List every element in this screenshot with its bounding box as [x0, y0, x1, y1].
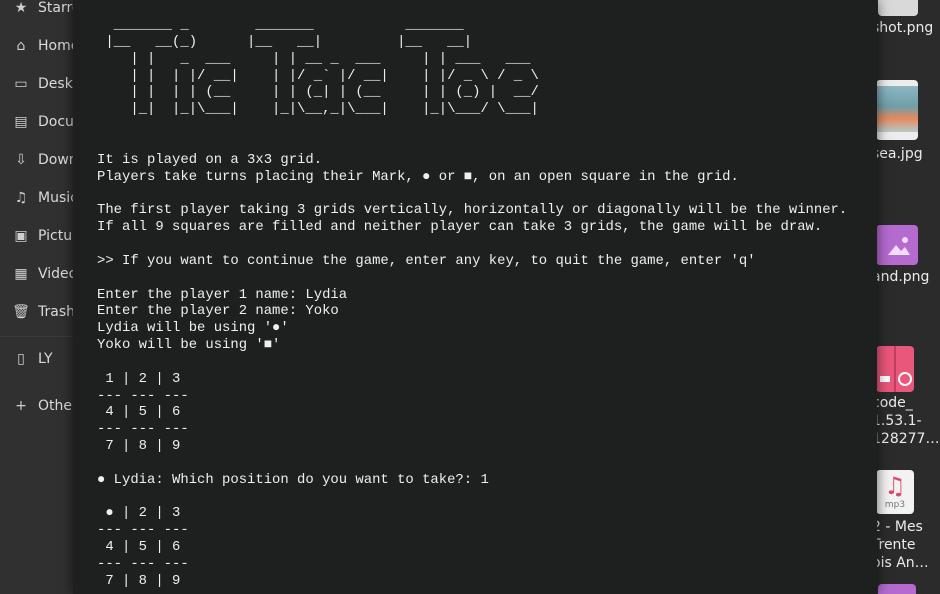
terminal-line: ● Lydia: Which position do you want to t…	[97, 471, 489, 488]
music-icon: ♫	[14, 190, 28, 206]
picture-glyph-icon	[888, 237, 910, 255]
terminal-line: 7 | 8 | 9	[97, 572, 181, 589]
audio-file-icon[interactable]: ♫ mp3	[876, 470, 914, 514]
file-manager-sidebar: ★ Starred ⌂ Home ▭ Desktop ▤ Documents ⇩ Down…	[0, 0, 78, 594]
terminal-line: |__ __(_) |__ __| |__ __|	[97, 33, 473, 50]
terminal-line: Enter the player 1 name: Lydia	[97, 286, 348, 303]
sidebar-item-downloads[interactable]: ⇩ Downloads	[12, 148, 78, 172]
video-icon: ▦	[14, 266, 28, 282]
file-type-badge: mp3	[884, 500, 906, 510]
terminal-line: --- --- ---	[97, 556, 189, 572]
desktop-item-label[interactable]: 2 - Mes Trente ois An…	[876, 518, 929, 572]
sidebar-item-label: Music	[38, 190, 78, 206]
sidebar-item-starred[interactable]: ★ Starred	[12, 0, 78, 20]
sidebar-item-videos[interactable]: ▦ Videos	[12, 262, 78, 286]
image-file-icon[interactable]	[876, 80, 918, 140]
terminal-line: 4 | 5 | 6	[97, 404, 181, 421]
terminal-line: ● | 2 | 3	[97, 505, 181, 522]
sidebar-item-label: Documents	[38, 114, 78, 130]
plus-icon: +	[15, 398, 27, 414]
terminal-output: _______ _ _______ _______ |__ __(_) |__ …	[97, 17, 847, 590]
sidebar-item-label: Other Locations	[38, 398, 78, 414]
desktop-item-label[interactable]: shot.png	[876, 19, 933, 37]
download-icon: ⇩	[15, 152, 27, 168]
terminal-line: The first player taking 3 grids vertical…	[97, 202, 848, 219]
sidebar-item-label: Trash	[38, 304, 75, 320]
sidebar-item-label: Starred	[38, 0, 78, 16]
sidebar-item-label: LY	[38, 351, 53, 367]
terminal-line: --- --- ---	[97, 421, 189, 438]
music-note-icon: ♫	[884, 472, 906, 500]
terminal-line: Enter the player 2 name: Yoko	[97, 303, 339, 320]
desktop-area: shot.png sea.jpg and.png code_ 1.53.1- 1…	[876, 0, 940, 594]
terminal-line: 1 | 2 | 3	[97, 370, 181, 387]
sidebar-item-label: Videos	[38, 266, 78, 282]
home-icon: ⌂	[16, 38, 26, 54]
sidebar-item-pictures[interactable]: ▣ Pictures	[12, 224, 78, 248]
terminal-line: --- --- ---	[97, 387, 189, 404]
sidebar-item-label: Desktop	[38, 76, 78, 92]
sidebar-item-label: Pictures	[38, 228, 78, 244]
sidebar-item-ly[interactable]: ▯ LY	[12, 347, 53, 371]
desktop-icon: ▭	[14, 76, 28, 92]
document-icon: ▤	[14, 114, 28, 130]
image-file-icon[interactable]	[878, 584, 916, 594]
terminal-line: Yoko will be using '■'	[97, 337, 281, 354]
terminal-window[interactable]: _______ _ _______ _______ |__ __(_) |__ …	[73, 0, 877, 594]
sidebar-item-music[interactable]: ♫ Music	[12, 186, 78, 210]
terminal-line: Lydia will be using '●'	[97, 320, 289, 337]
terminal-line: 4 | 5 | 6	[97, 539, 181, 556]
terminal-line: >> If you want to continue the game, ent…	[97, 252, 756, 269]
sidebar-item-trash[interactable]: 🗑 Trash	[12, 300, 75, 324]
sidebar-item-home[interactable]: ⌂ Home	[12, 34, 78, 58]
terminal-line: |_| |_|\___| |_|\__,_|\___| |_|\___/ \__…	[97, 101, 539, 118]
desktop-item-label[interactable]: sea.jpg	[876, 145, 923, 163]
terminal-line: It is played on a 3x3 grid.	[97, 151, 323, 168]
terminal-line: Players take turns placing their Mark, ●…	[97, 168, 739, 185]
image-file-icon[interactable]	[878, 0, 918, 16]
sidebar-item-other-locations[interactable]: + Other Locations	[12, 394, 78, 418]
terminal-line: | | | | (__ | | (_| | (__ | | (_) | __/	[97, 84, 539, 101]
image-file-icon[interactable]	[876, 225, 918, 265]
terminal-line: | | _ ___ | | __ _ ___ | | ___ ___	[97, 50, 531, 67]
terminal-line: | | | |/ __| | |/ _` |/ __| | |/ _ \ / _…	[97, 67, 539, 84]
sidebar-divider	[0, 336, 78, 337]
desktop-item-label[interactable]: and.png	[876, 268, 929, 286]
package-icon[interactable]	[876, 346, 914, 392]
pictures-icon: ▣	[14, 228, 28, 244]
sidebar-item-desktop[interactable]: ▭ Desktop	[12, 72, 78, 96]
star-icon: ★	[14, 0, 28, 16]
terminal-line: If all 9 squares are filled and neither …	[97, 219, 823, 236]
terminal-line: 7 | 8 | 9	[97, 438, 181, 455]
terminal-line: _______ _ _______ _______	[97, 17, 464, 33]
drive-icon: ▯	[17, 351, 25, 367]
sidebar-item-label: Home	[38, 38, 78, 54]
desktop-item-label[interactable]: code_ 1.53.1- 128277…	[876, 394, 939, 448]
sidebar-item-label: Downloads	[38, 152, 78, 168]
trash-icon: 🗑	[12, 304, 30, 320]
terminal-line: --- --- ---	[97, 522, 189, 539]
sidebar-item-documents[interactable]: ▤ Documents	[12, 110, 78, 134]
